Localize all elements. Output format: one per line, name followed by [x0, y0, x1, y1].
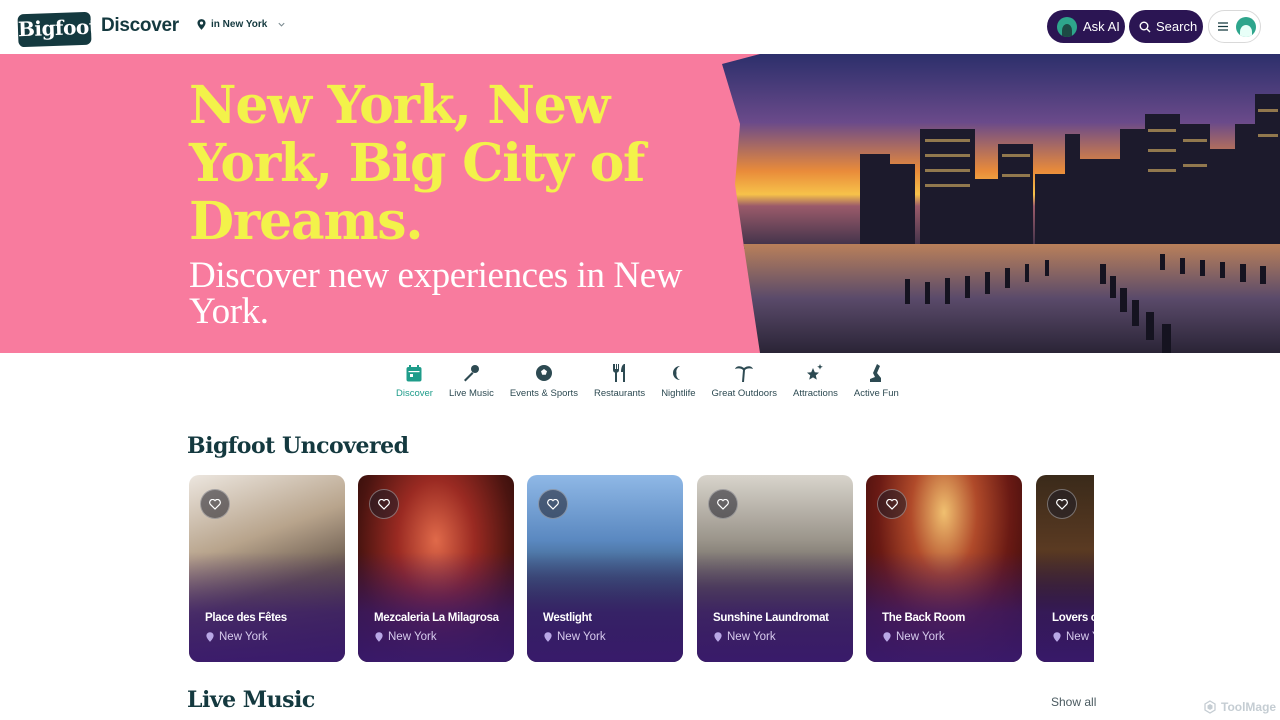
category-label: Great Outdoors	[711, 388, 777, 399]
calendar-icon	[403, 362, 425, 384]
location-pin-icon	[375, 632, 383, 642]
venue-location: New York	[883, 631, 945, 643]
location-pin-icon	[1053, 632, 1061, 642]
venue-card[interactable]: Lovers of New York	[1036, 475, 1094, 662]
category-label: Attractions	[793, 388, 838, 399]
favorite-button[interactable]	[200, 489, 230, 519]
venue-card[interactable]: Mezcaleria La Milagrosa New York	[358, 475, 514, 662]
category-label: Events & Sports	[509, 388, 578, 399]
account-menu-button[interactable]	[1208, 10, 1261, 43]
venue-city: New York	[896, 631, 945, 643]
card-overlay	[1036, 552, 1094, 662]
ask-ai-button[interactable]: Ask AI	[1047, 10, 1125, 43]
sparkle-star-icon	[804, 362, 826, 384]
venue-name: Lovers of	[1052, 612, 1094, 624]
heart-icon	[717, 498, 729, 510]
venue-location: New York	[206, 631, 268, 643]
heart-icon	[886, 498, 898, 510]
heart-icon	[1056, 498, 1068, 510]
fork-knife-icon	[609, 362, 631, 384]
card-overlay	[866, 552, 1022, 662]
category-active-fun[interactable]: Active Fun	[846, 362, 907, 399]
heart-icon	[209, 498, 221, 510]
favorite-button[interactable]	[708, 489, 738, 519]
location-pin-icon	[206, 632, 214, 642]
category-live-music[interactable]: Live Music	[441, 362, 502, 399]
location-pin-icon	[883, 632, 891, 642]
venue-name: The Back Room	[882, 612, 966, 624]
uncovered-carousel: Place des Fêtes New York Mezcaleria La M…	[189, 475, 1094, 663]
category-attractions[interactable]: Attractions	[785, 362, 846, 399]
venue-card[interactable]: The Back Room New York	[866, 475, 1022, 662]
card-overlay	[189, 552, 345, 662]
category-events-sports[interactable]: Events & Sports	[502, 362, 586, 399]
section-title-uncovered: Bigfoot Uncovered	[187, 433, 409, 459]
watermark-text: ToolMage	[1221, 700, 1277, 714]
venue-city: New York	[1066, 631, 1094, 643]
bigfoot-logo[interactable]: Bigfoot	[17, 11, 98, 48]
venue-name: Westlight	[543, 612, 592, 624]
venue-location: New York	[1053, 631, 1094, 643]
show-all-link[interactable]: Show all	[1051, 695, 1096, 709]
search-button[interactable]: Search	[1129, 10, 1203, 43]
venue-location: New York	[375, 631, 437, 643]
ask-ai-label: Ask AI	[1083, 19, 1120, 34]
venue-location: New York	[544, 631, 606, 643]
favorite-button[interactable]	[538, 489, 568, 519]
location-pin-icon	[197, 19, 206, 30]
hero-title: New York, New York, Big City of Dreams.	[189, 75, 645, 252]
category-discover[interactable]: Discover	[388, 362, 441, 399]
category-label: Nightlife	[661, 388, 696, 399]
location-label: in New York	[211, 19, 268, 30]
card-overlay	[358, 552, 514, 662]
heart-icon	[378, 498, 390, 510]
search-icon	[1139, 21, 1151, 32]
top-header: Bigfoot Discover in New York Ask AI Sear…	[0, 0, 1280, 54]
watermark: ToolMage	[1203, 700, 1276, 714]
category-label: Active Fun	[853, 388, 899, 399]
discover-product-label[interactable]: Discover	[101, 15, 179, 37]
venue-card[interactable]: Place des Fêtes New York	[189, 475, 345, 662]
location-pin-icon	[714, 632, 722, 642]
venue-city: New York	[557, 631, 606, 643]
location-selector[interactable]: in New York	[197, 19, 286, 30]
category-restaurants[interactable]: Restaurants	[586, 362, 653, 399]
favorite-button[interactable]	[877, 489, 907, 519]
category-nav: Discover Live Music Events & Sports Rest…	[388, 362, 907, 399]
card-overlay	[697, 552, 853, 662]
microphone-icon	[460, 362, 482, 384]
venue-city: New York	[219, 631, 268, 643]
palm-tree-icon	[733, 362, 755, 384]
ai-avatar-icon	[1057, 16, 1077, 37]
venue-name: Place des Fêtes	[205, 612, 287, 624]
section-title-live-music: Live Music	[187, 687, 315, 713]
venue-name: Mezcaleria La Milagrosa	[374, 612, 499, 624]
moon-icon	[667, 362, 689, 384]
soccer-ball-icon	[533, 362, 555, 384]
hero-subtitle: Discover new experiences in New York.	[189, 255, 683, 332]
venue-card[interactable]: Westlight New York	[527, 475, 683, 662]
category-label: Restaurants	[593, 388, 646, 399]
search-label: Search	[1156, 19, 1198, 34]
venue-city: New York	[388, 631, 437, 643]
venue-name: Sunshine Laundromat	[713, 612, 829, 624]
heart-icon	[547, 498, 559, 510]
venue-card[interactable]: Sunshine Laundromat New York	[697, 475, 853, 662]
user-avatar	[1236, 16, 1256, 37]
category-nightlife[interactable]: Nightlife	[653, 362, 703, 399]
venue-location: New York	[714, 631, 776, 643]
category-label: Discover	[396, 388, 433, 399]
favorite-button[interactable]	[1047, 489, 1077, 519]
hero-banner: New York, New York, Big City of Dreams. …	[0, 54, 1280, 353]
venue-city: New York	[727, 631, 776, 643]
hamburger-menu-icon	[1218, 22, 1228, 31]
watermark-logo-icon	[1204, 700, 1216, 714]
category-great-outdoors[interactable]: Great Outdoors	[704, 362, 785, 399]
location-pin-icon	[544, 632, 552, 642]
activity-icon	[865, 362, 887, 384]
favorite-button[interactable]	[369, 489, 399, 519]
chevron-down-icon	[278, 22, 285, 27]
category-label: Live Music	[448, 388, 494, 399]
card-overlay	[527, 552, 683, 662]
